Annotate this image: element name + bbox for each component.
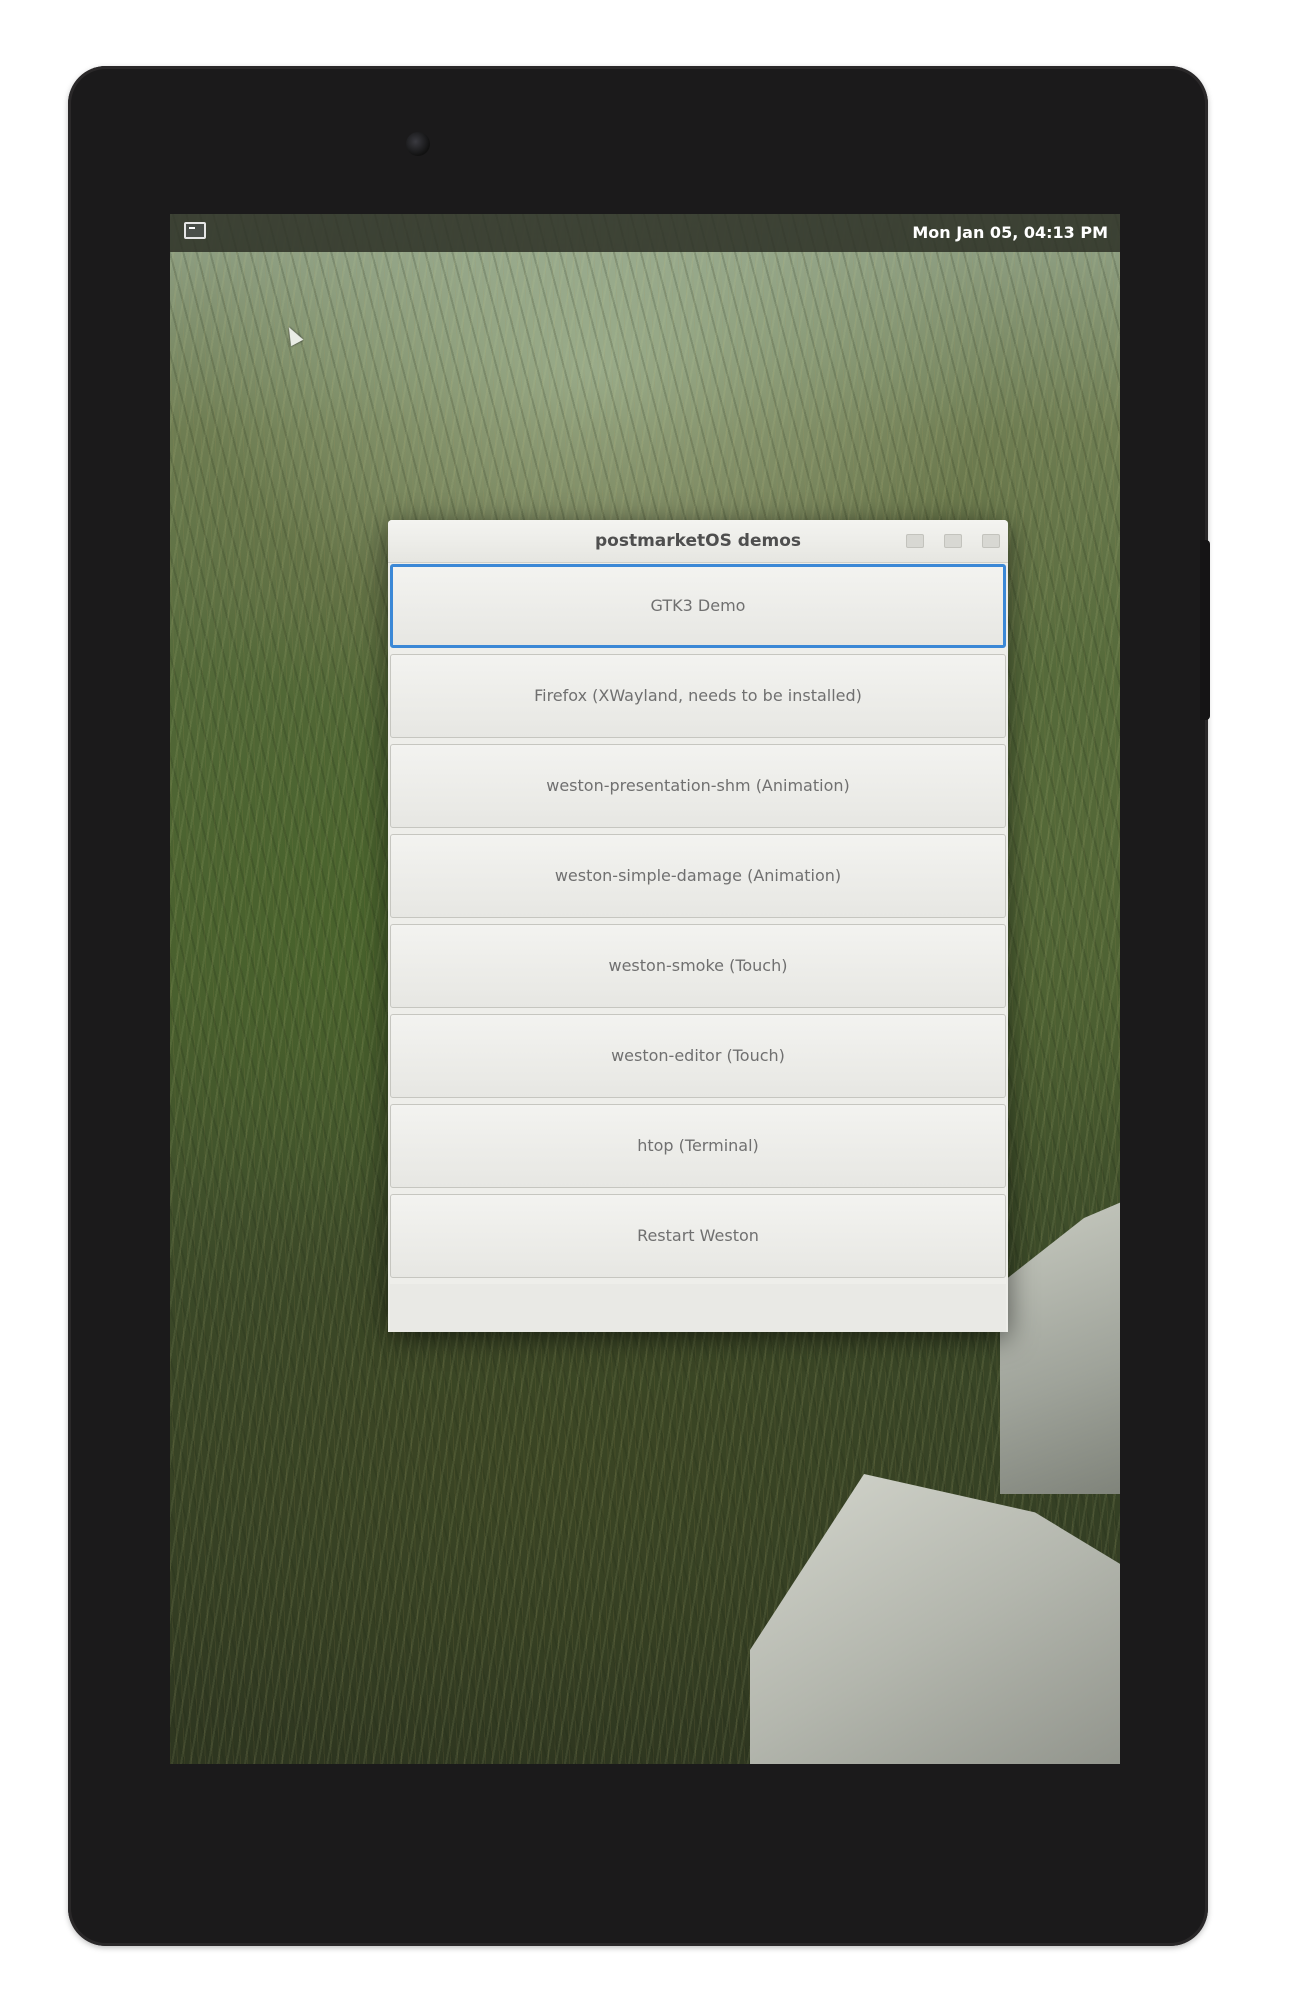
- panel-clock: Mon Jan 05, 04:13 PM: [912, 223, 1108, 242]
- weston-smoke-button[interactable]: weston-smoke (Touch): [390, 924, 1006, 1008]
- window-titlebar[interactable]: postmarketOS demos: [388, 520, 1008, 563]
- front-camera: [406, 132, 430, 156]
- gtk3-demo-button[interactable]: GTK3 Demo: [390, 564, 1006, 648]
- weston-simple-damage-button[interactable]: weston-simple-damage (Animation): [390, 834, 1006, 918]
- screen: Mon Jan 05, 04:13 PM postmarketOS demos …: [170, 214, 1120, 1764]
- maximize-icon[interactable]: [944, 534, 962, 548]
- demos-window: postmarketOS demos GTK3 Demo Firefox (XW…: [388, 520, 1008, 1332]
- volume-button: [1200, 540, 1210, 720]
- top-panel: Mon Jan 05, 04:13 PM: [170, 214, 1120, 252]
- terminal-icon[interactable]: [184, 222, 206, 239]
- minimize-icon[interactable]: [906, 534, 924, 548]
- close-icon[interactable]: [982, 534, 1000, 548]
- window-bottom-padding: [390, 1284, 1006, 1332]
- restart-weston-button[interactable]: Restart Weston: [390, 1194, 1006, 1278]
- htop-button[interactable]: htop (Terminal): [390, 1104, 1006, 1188]
- weston-presentation-shm-button[interactable]: weston-presentation-shm (Animation): [390, 744, 1006, 828]
- demo-button-list: GTK3 Demo Firefox (XWayland, needs to be…: [390, 564, 1006, 1284]
- weston-editor-button[interactable]: weston-editor (Touch): [390, 1014, 1006, 1098]
- firefox-button[interactable]: Firefox (XWayland, needs to be installed…: [390, 654, 1006, 738]
